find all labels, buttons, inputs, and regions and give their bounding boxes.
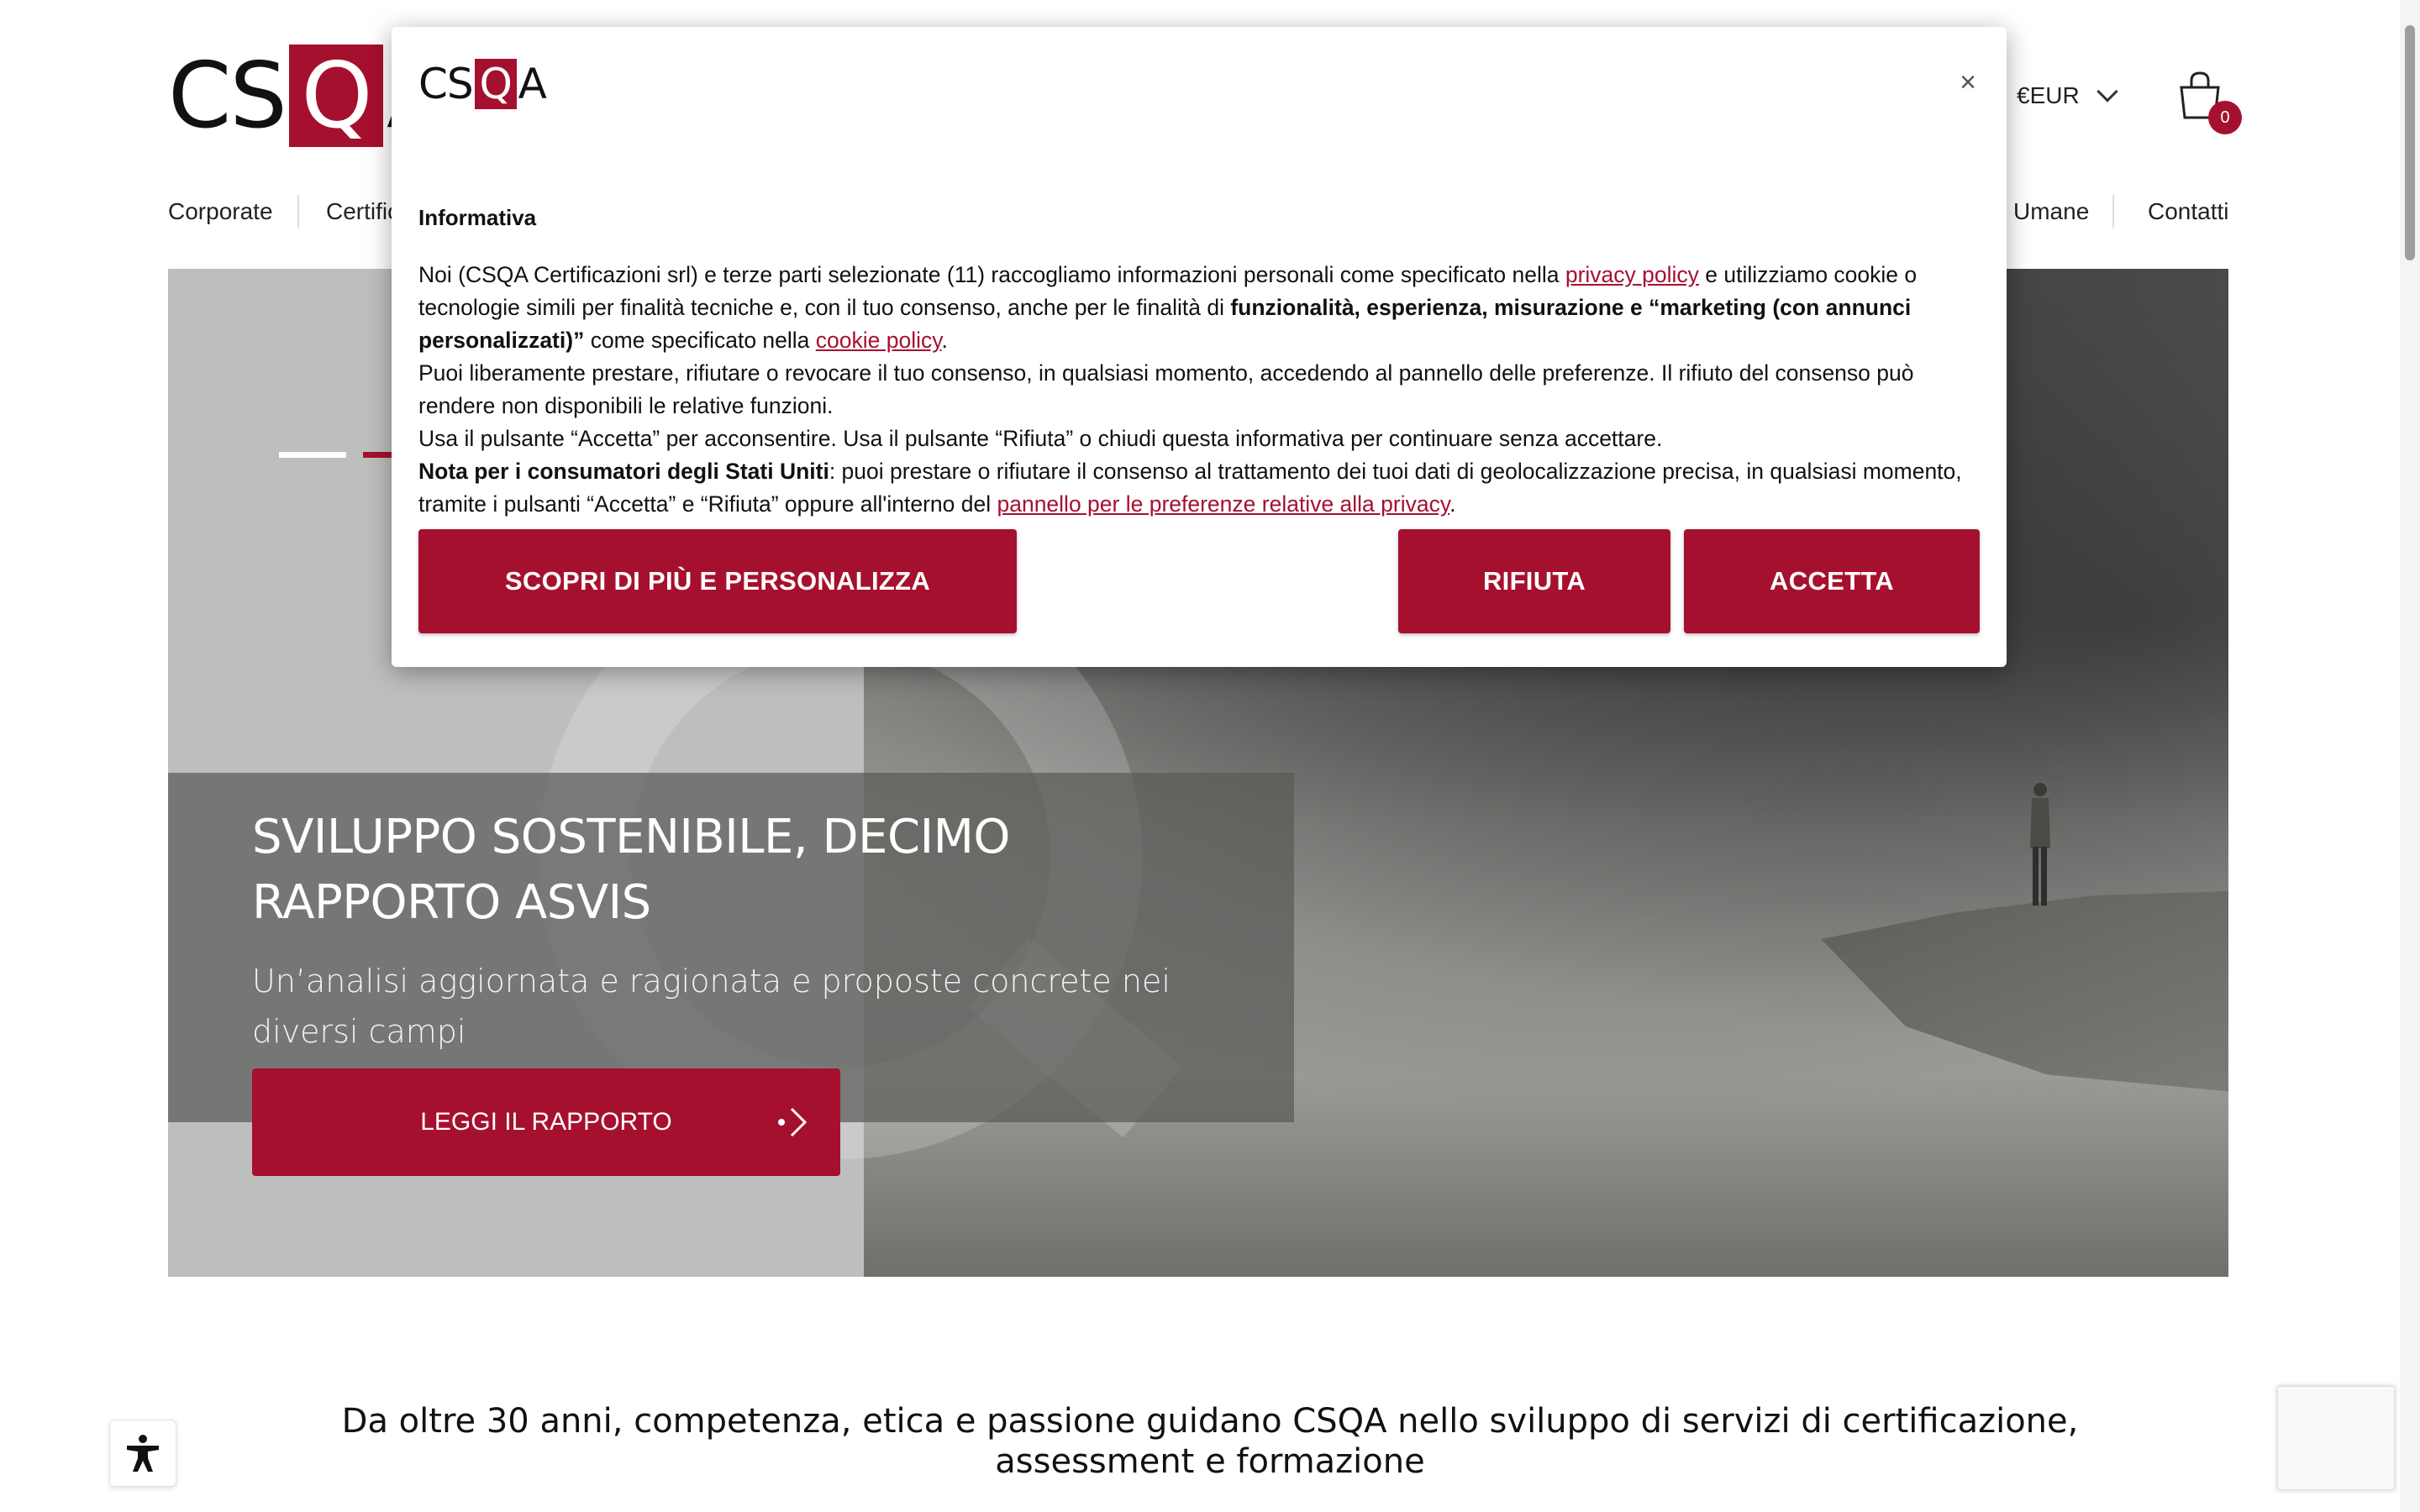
privacy-policy-link[interactable]: privacy policy bbox=[1565, 262, 1699, 287]
currency-label: €EUR bbox=[2017, 82, 2080, 108]
cookie-dialog-body: Noi (CSQA Certificazioni srl) e terze pa… bbox=[418, 259, 1990, 521]
logo-text-q: Q bbox=[474, 59, 517, 109]
currency-selector[interactable]: €EUR bbox=[2017, 81, 2118, 109]
cookie-text: Noi (CSQA Certificazioni srl) e terze pa… bbox=[418, 262, 1565, 287]
hero-subtitle: Un’analisi aggiornata e ragionata e prop… bbox=[252, 963, 1171, 1050]
nav-divider bbox=[297, 195, 299, 228]
hero-person-figure bbox=[2030, 783, 2050, 906]
chevron-down-icon bbox=[2096, 81, 2118, 102]
cookie-text: . bbox=[1449, 491, 1456, 517]
cookie-text-bold: Nota per i consumatori degli Stati Uniti bbox=[418, 459, 829, 484]
cookie-paragraph-4: Nota per i consumatori degli Stati Uniti… bbox=[418, 455, 1990, 521]
recaptcha-badge bbox=[2277, 1386, 2395, 1490]
nav-item-corporate[interactable]: Corporate bbox=[168, 193, 273, 230]
cookie-consent-dialog: CS Q A × Informativa Noi (CSQA Certificazi… bbox=[392, 27, 2007, 667]
accept-button[interactable]: ACCETTA bbox=[1684, 529, 1980, 633]
nav-item-risorse-umane[interactable]: Umane bbox=[2013, 193, 2089, 230]
read-report-button[interactable]: LEGGI IL RAPPORTO bbox=[252, 1068, 840, 1176]
nav-item-contatti[interactable]: Contatti bbox=[2148, 193, 2229, 230]
cookie-text: . bbox=[941, 328, 948, 353]
reject-button[interactable]: RIFIUTA bbox=[1398, 529, 1670, 633]
privacy-preferences-link[interactable]: pannello per le preferenze relative alla… bbox=[997, 491, 1449, 517]
nav-divider bbox=[2112, 195, 2114, 228]
cookie-dialog-heading: Informativa bbox=[418, 205, 537, 230]
hero-shoreline bbox=[1821, 890, 2228, 1092]
cookie-text: come specificato nella bbox=[584, 328, 816, 353]
cookie-dialog-logo: CS Q A bbox=[418, 59, 547, 109]
page-scrollbar-thumb[interactable] bbox=[2405, 25, 2415, 260]
cookie-paragraph-1: Noi (CSQA Certificazioni srl) e terze pa… bbox=[418, 259, 1990, 357]
cookie-paragraph-3: Usa il pulsante “Accetta” per acconsenti… bbox=[418, 426, 1663, 451]
cookie-policy-link[interactable]: cookie policy bbox=[816, 328, 942, 353]
company-tagline: Da oltre 30 anni, competenza, etica e pa… bbox=[341, 1402, 2079, 1481]
accessibility-button[interactable] bbox=[109, 1420, 176, 1487]
slider-dot[interactable] bbox=[279, 452, 346, 458]
logo-text-cs: CS bbox=[168, 43, 287, 149]
arrow-right-icon bbox=[778, 1107, 808, 1137]
logo-text-cs: CS bbox=[418, 60, 474, 108]
read-report-label: LEGGI IL RAPPORTO bbox=[420, 1108, 672, 1136]
nav-item-certificazioni[interactable]: Certific bbox=[326, 193, 399, 230]
logo-text-q: Q bbox=[288, 44, 383, 149]
cookie-paragraph-2: Puoi liberamente prestare, rifiutare o r… bbox=[418, 360, 1914, 418]
close-icon[interactable]: × bbox=[1951, 66, 1985, 99]
cart-count-badge: 0 bbox=[2208, 101, 2242, 134]
customize-button[interactable]: SCOPRI DI PIÙ E PERSONALIZZA bbox=[418, 529, 1017, 633]
accessibility-icon bbox=[127, 1435, 159, 1472]
hero-title: SVILUPPO SOSTENIBILE, DECIMO RAPPORTO AS… bbox=[252, 810, 1011, 930]
logo-text-a: A bbox=[518, 60, 547, 108]
